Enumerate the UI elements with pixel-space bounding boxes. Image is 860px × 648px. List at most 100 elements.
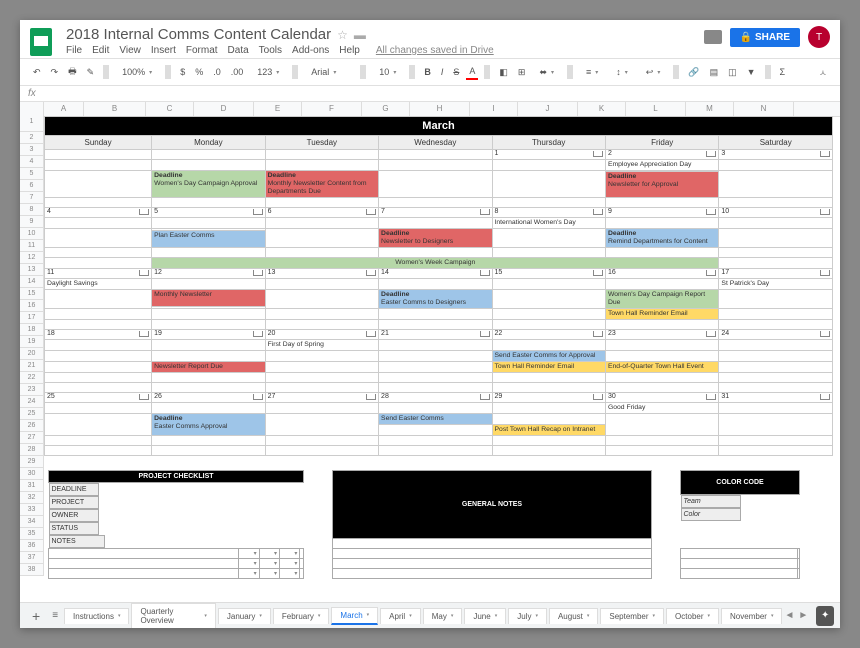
add-sheet-button[interactable]: +	[26, 608, 46, 624]
strike-button[interactable]: S	[450, 65, 462, 79]
row-header[interactable]: 24	[20, 396, 44, 408]
toolbar-collapse-icon[interactable]: ㅅ	[816, 64, 830, 81]
sheet-tab[interactable]: May	[423, 608, 463, 624]
borders-button[interactable]: ⊞	[515, 65, 529, 80]
sheet-tab-active[interactable]: March	[331, 607, 378, 625]
sheets-logo[interactable]	[30, 28, 58, 56]
undo-icon[interactable]: ↶	[30, 65, 44, 80]
merge-dropdown[interactable]: ⬌	[532, 64, 561, 81]
col-header[interactable]: K	[578, 102, 626, 116]
star-icon[interactable]: ☆	[337, 28, 348, 42]
row-header[interactable]: 19	[20, 336, 44, 348]
zoom-dropdown[interactable]: 100%	[115, 64, 159, 80]
row-header[interactable]: 15	[20, 288, 44, 300]
row-header[interactable]: 3	[20, 144, 44, 156]
row-header[interactable]: 25	[20, 408, 44, 420]
col-header[interactable]: H	[410, 102, 470, 116]
filter-icon[interactable]: ▼	[744, 65, 759, 79]
tab-scroll-right-icon[interactable]: ►	[798, 610, 808, 621]
dropdown-cell[interactable]	[280, 568, 300, 578]
calendar-table[interactable]: March Sunday Monday Tuesday Wednesday Th…	[44, 116, 833, 462]
row-header[interactable]: 33	[20, 504, 44, 516]
tab-scroll-left-icon[interactable]: ◄	[784, 610, 794, 621]
general-notes-table[interactable]: GENERAL NOTES	[332, 470, 652, 579]
row-header[interactable]: 20	[20, 348, 44, 360]
menu-addons[interactable]: Add-ons	[292, 45, 329, 56]
row-header[interactable]: 11	[20, 240, 44, 252]
redo-icon[interactable]: ↷	[48, 65, 62, 80]
sheet-tab[interactable]: October	[666, 608, 719, 624]
font-dropdown[interactable]: Arial	[304, 64, 354, 80]
sheet-tab[interactable]: Instructions	[64, 608, 129, 624]
save-status[interactable]: All changes saved in Drive	[376, 45, 494, 56]
bold-button[interactable]: B	[421, 65, 434, 79]
menu-insert[interactable]: Insert	[151, 45, 176, 56]
row-header[interactable]: 32	[20, 492, 44, 504]
wrap-dropdown[interactable]: ↩	[639, 64, 668, 81]
doc-title[interactable]: 2018 Internal Comms Content Calendar	[66, 26, 331, 43]
comment-icon[interactable]: ▤	[707, 65, 722, 80]
sheet-tab[interactable]: August	[549, 608, 598, 624]
sheet-tab[interactable]: April	[380, 608, 421, 624]
row-header[interactable]: 7	[20, 192, 44, 204]
row-header[interactable]: 26	[20, 420, 44, 432]
fill-color-button[interactable]: ◧	[496, 65, 511, 80]
currency-button[interactable]: $	[177, 65, 188, 79]
dropdown-cell[interactable]	[259, 548, 279, 558]
folder-icon[interactable]: ▬	[354, 28, 366, 42]
col-header[interactable]: F	[302, 102, 362, 116]
row-header[interactable]: 17	[20, 312, 44, 324]
row-header[interactable]: 16	[20, 300, 44, 312]
sheet-tab[interactable]: June	[464, 608, 506, 624]
all-sheets-button[interactable]: ≡	[48, 610, 62, 621]
chart-icon[interactable]: ◫	[725, 65, 740, 80]
menu-file[interactable]: File	[66, 45, 82, 56]
sheet-tab[interactable]: July	[508, 608, 547, 624]
row-header[interactable]: 23	[20, 384, 44, 396]
explore-button[interactable]: ✦	[816, 606, 834, 626]
sheet-tab[interactable]: January	[218, 608, 271, 624]
sheet-tab[interactable]: Quarterly Overview	[131, 603, 215, 628]
sheet-tab[interactable]: November	[721, 608, 782, 624]
col-header[interactable]: I	[470, 102, 518, 116]
row-header[interactable]: 28	[20, 444, 44, 456]
row-header[interactable]: 22	[20, 372, 44, 384]
dropdown-cell[interactable]	[239, 558, 259, 568]
row-header[interactable]: 21	[20, 360, 44, 372]
col-header[interactable]: G	[362, 102, 410, 116]
dec-decrease-button[interactable]: .0	[210, 65, 224, 79]
row-header[interactable]: 34	[20, 516, 44, 528]
row-header[interactable]: 31	[20, 480, 44, 492]
row-header[interactable]: 30	[20, 468, 44, 480]
menu-tools[interactable]: Tools	[259, 45, 282, 56]
select-all-corner[interactable]	[20, 102, 44, 116]
row-header[interactable]: 10	[20, 228, 44, 240]
row-header[interactable]: 6	[20, 180, 44, 192]
menu-help[interactable]: Help	[339, 45, 360, 56]
color-code-table[interactable]: COLOR CODE Team Color	[680, 470, 800, 579]
row-header[interactable]: 13	[20, 264, 44, 276]
row-header[interactable]: 18	[20, 324, 44, 336]
col-header[interactable]: M	[686, 102, 734, 116]
menu-data[interactable]: Data	[228, 45, 249, 56]
row-header[interactable]: 1	[20, 116, 44, 132]
col-header[interactable]: B	[84, 102, 146, 116]
row-header[interactable]: 29	[20, 456, 44, 468]
col-header[interactable]: A	[44, 102, 84, 116]
sheet-tab[interactable]: September	[600, 608, 664, 624]
col-header[interactable]: C	[146, 102, 194, 116]
project-checklist-table[interactable]: PROJECT CHECKLIST DEADLINE PROJECT OWNER…	[48, 470, 304, 579]
formula-bar[interactable]: fx	[20, 86, 840, 102]
row-header[interactable]: 8	[20, 204, 44, 216]
share-button[interactable]: 🔒 SHARE	[730, 28, 800, 47]
row-header[interactable]: 36	[20, 540, 44, 552]
row-header[interactable]: 27	[20, 432, 44, 444]
more-formats-dropdown[interactable]: 123	[250, 64, 286, 80]
functions-icon[interactable]: Σ	[777, 65, 789, 79]
dec-increase-button[interactable]: .00	[228, 65, 247, 79]
paint-format-icon[interactable]: ✎	[84, 65, 98, 80]
font-size-dropdown[interactable]: 10	[372, 64, 403, 80]
row-header[interactable]: 14	[20, 276, 44, 288]
dropdown-cell[interactable]	[239, 568, 259, 578]
row-header[interactable]: 38	[20, 564, 44, 576]
